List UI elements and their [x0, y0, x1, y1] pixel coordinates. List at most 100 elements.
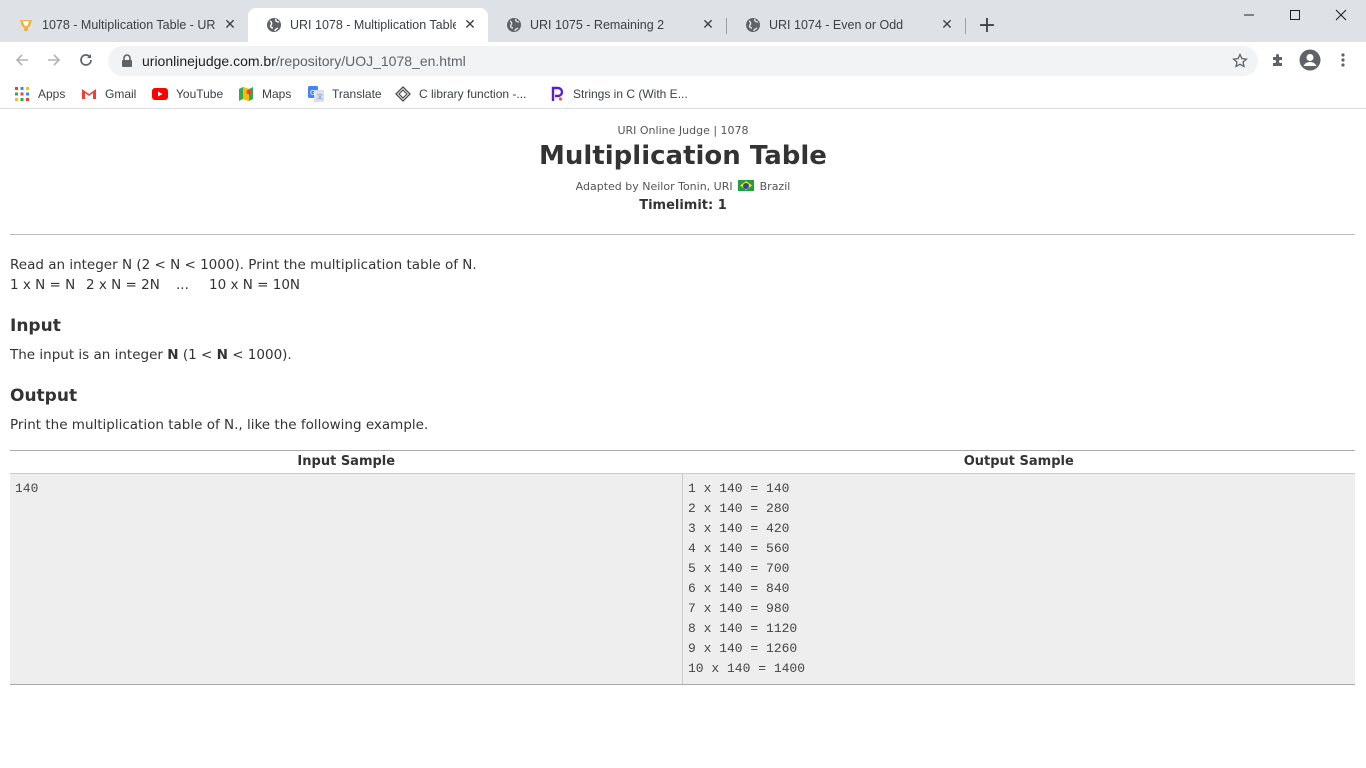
- bookmark-translate[interactable]: G文 Translate: [308, 84, 382, 104]
- output-sample-line: 1 x 140 = 140: [688, 481, 790, 496]
- input-heading: Input: [10, 316, 61, 336]
- bookmark-label: Translate: [332, 87, 382, 101]
- account-icon: [1299, 49, 1321, 71]
- bookmark-label: Maps: [262, 87, 292, 101]
- close-tab-icon[interactable]: ✕: [939, 17, 955, 33]
- close-tab-icon[interactable]: ✕: [462, 17, 478, 33]
- bookmark-apps[interactable]: Apps: [14, 84, 65, 104]
- output-sample-line: 10 x 140 = 1400: [688, 661, 806, 676]
- maximize-button[interactable]: [1272, 4, 1318, 26]
- tab-2[interactable]: URI 1078 - Multiplication Table ✕: [248, 8, 488, 42]
- input-description: The input is an integer N (1 < N < 1000)…: [10, 347, 292, 363]
- problem-description: Read an integer N (2 < N < 1000). Print …: [10, 257, 477, 273]
- input-text-post: < 1000).: [227, 347, 292, 363]
- tab-4[interactable]: URI 1074 - Even or Odd ✕: [727, 8, 965, 42]
- close-tab-icon[interactable]: ✕: [700, 17, 716, 33]
- tab-title: 1078 - Multiplication Table - URI: [42, 18, 216, 32]
- bookmark-c-library[interactable]: C library function -...: [395, 84, 526, 104]
- author-line: Adapted by Neilor Tonin, URI Brazil: [0, 180, 1366, 193]
- output-sample-heading: Output Sample: [963, 454, 1074, 469]
- close-window-button[interactable]: [1318, 4, 1364, 26]
- minimize-button[interactable]: [1226, 4, 1272, 26]
- output-sample-line: 7 x 140 = 980: [688, 601, 790, 616]
- globe-icon: [506, 17, 522, 33]
- close-tab-icon[interactable]: ✕: [222, 17, 238, 33]
- output-sample-line: 4 x 140 = 560: [688, 541, 790, 556]
- input-var-n: N: [167, 347, 179, 363]
- input-var-n: N: [216, 347, 228, 363]
- back-button[interactable]: [10, 48, 34, 72]
- url-text: urionlinejudge.com.br/repository/UOJ_107…: [142, 53, 466, 69]
- input-sample-line: 140: [15, 481, 39, 496]
- tab-3[interactable]: URI 1075 - Remaining 2 ✕: [488, 8, 726, 42]
- output-sample-line: 6 x 140 = 840: [688, 581, 790, 596]
- globe-icon: [266, 17, 282, 33]
- bookmark-strings-in-c[interactable]: Strings in C (With E...: [549, 84, 688, 104]
- output-heading: Output: [10, 386, 78, 406]
- forward-arrow-icon: [48, 54, 61, 66]
- profile-button[interactable]: [1298, 48, 1322, 72]
- gmail-icon: [81, 86, 97, 102]
- bookmarks-bar: Apps Gmail YouTube Maps G文 Translate C l…: [0, 79, 1366, 109]
- tab-1[interactable]: 1078 - Multiplication Table - URI ✕: [0, 8, 248, 42]
- menu-button[interactable]: [1331, 48, 1355, 72]
- url-host: urionlinejudge.com.br: [142, 53, 276, 69]
- lock-icon: [120, 54, 134, 68]
- page-title: Multiplication Table: [539, 141, 827, 171]
- input-text-mid: (1 <: [178, 347, 217, 363]
- formula-3: ...: [176, 277, 189, 293]
- more-vert-icon: [1341, 53, 1345, 67]
- timelimit: Timelimit: 1: [639, 198, 727, 213]
- bookmark-youtube[interactable]: YouTube: [152, 84, 223, 104]
- maps-icon: [238, 86, 254, 102]
- output-sample-line: 8 x 140 = 1120: [688, 621, 798, 636]
- puzzle-icon: [1273, 54, 1282, 66]
- bookmark-label: Gmail: [105, 87, 137, 101]
- translate-icon: G文: [308, 86, 324, 102]
- back-arrow-icon: [15, 54, 28, 66]
- bookmark-label: YouTube: [176, 87, 224, 101]
- input-sample-heading: Input Sample: [297, 454, 396, 469]
- formula-line: 1 x N = N 2 x N = 2N... 10 x N = 10N: [10, 277, 300, 293]
- reload-button[interactable]: [74, 48, 98, 72]
- new-tab-button[interactable]: +: [976, 15, 998, 37]
- output-sample-line: 5 x 140 = 700: [688, 561, 790, 576]
- maximize-icon: [1290, 10, 1300, 20]
- page-content: URI Online Judge | 1078 Multiplication T…: [0, 110, 1366, 768]
- output-sample-line: 3 x 140 = 420: [688, 521, 790, 536]
- bookmark-star-icon[interactable]: [1232, 52, 1248, 69]
- author-text: Adapted by Neilor Tonin, URI: [575, 180, 733, 193]
- svg-text:G: G: [310, 89, 315, 97]
- tab-title: URI 1078 - Multiplication Table: [290, 18, 456, 32]
- output-sample-line: 9 x 140 = 1260: [688, 641, 798, 656]
- bookmark-maps[interactable]: Maps: [238, 84, 291, 104]
- svg-text:文: 文: [317, 93, 323, 101]
- address-bar[interactable]: urionlinejudge.com.br/repository/UOJ_107…: [108, 46, 1258, 76]
- country-text: Brazil: [759, 180, 791, 193]
- formula-2: 2 x N = 2N: [86, 277, 160, 293]
- tab-separator: [965, 18, 966, 34]
- tab-strip: 1078 - Multiplication Table - URI ✕ URI …: [0, 0, 1366, 42]
- apps-grid-icon: [14, 86, 30, 102]
- bookmark-label: Apps: [38, 87, 66, 101]
- output-description: Print the multiplication table of N., li…: [10, 417, 429, 433]
- input-sample-cell: 140: [10, 474, 682, 684]
- programiz-icon: [549, 86, 565, 102]
- divider: [10, 234, 1355, 235]
- bookmark-label: C library function -...: [419, 87, 527, 101]
- bookmark-gmail[interactable]: Gmail: [81, 84, 136, 104]
- url-path: /repository/UOJ_1078_en.html: [275, 53, 466, 69]
- forward-button[interactable]: [42, 48, 66, 72]
- close-icon: [1335, 9, 1347, 21]
- uri-trophy-icon: [18, 17, 34, 33]
- extensions-button[interactable]: [1266, 48, 1290, 72]
- globe-icon: [745, 17, 761, 33]
- tab-title: URI 1075 - Remaining 2: [530, 18, 665, 32]
- bookmark-label: Strings in C (With E...: [573, 87, 688, 101]
- tab-title: URI 1074 - Even or Odd: [769, 18, 904, 32]
- input-text-pre: The input is an integer: [10, 347, 168, 363]
- browser-toolbar: urionlinejudge.com.br/repository/UOJ_107…: [0, 42, 1366, 79]
- youtube-icon: [152, 86, 168, 102]
- reload-icon: [80, 54, 92, 66]
- formula-4: 10 x N = 10N: [209, 277, 301, 293]
